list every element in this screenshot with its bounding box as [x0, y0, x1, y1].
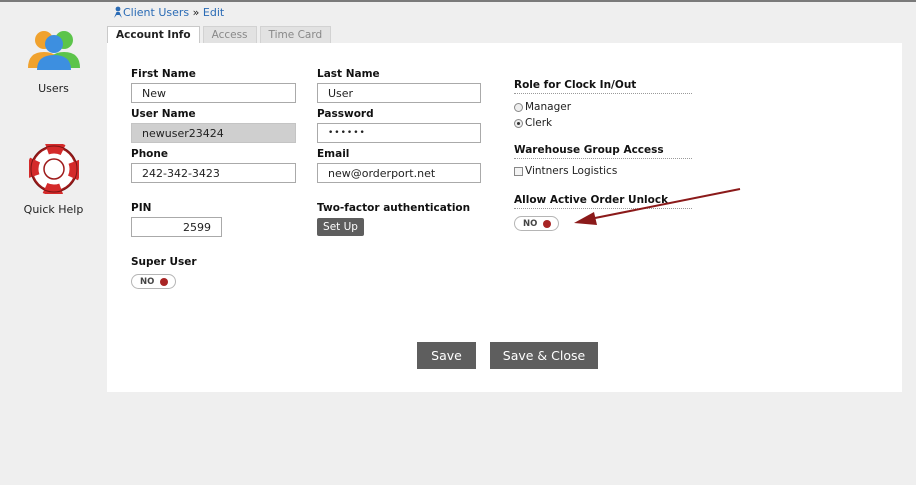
last-name-input[interactable]: [317, 83, 481, 103]
nav-users-label: Users: [38, 82, 69, 95]
tab-time-card[interactable]: Time Card: [259, 26, 332, 43]
two-factor-label: Two-factor authentication: [317, 202, 471, 214]
person-icon: [113, 6, 123, 21]
nav-quick-help[interactable]: Quick Help: [0, 142, 107, 216]
super-user-label: Super User: [131, 256, 197, 268]
super-user-toggle[interactable]: NO: [131, 274, 176, 289]
breadcrumb-separator: »: [189, 6, 203, 19]
role-manager-radio[interactable]: [514, 102, 523, 112]
first-name-input[interactable]: [131, 83, 296, 103]
tab-bar: Account Info Access Time Card: [107, 26, 334, 44]
role-clerk-option[interactable]: Clerk: [514, 117, 552, 129]
pin-input[interactable]: [131, 217, 222, 237]
tab-access[interactable]: Access: [202, 26, 257, 43]
first-name-label: First Name: [131, 68, 196, 80]
pin-label: PIN: [131, 202, 152, 214]
email-label: Email: [317, 148, 350, 160]
user-name-label: User Name: [131, 108, 196, 120]
last-name-label: Last Name: [317, 68, 380, 80]
order-unlock-title: Allow Active Order Unlock: [514, 194, 692, 209]
toggle-knob: [160, 278, 168, 286]
super-user-toggle-text: NO: [140, 277, 155, 287]
warehouse-vintners-label: Vintners Logistics: [525, 165, 618, 177]
warehouse-vintners-option[interactable]: Vintners Logistics: [514, 165, 617, 177]
save-button[interactable]: Save: [417, 342, 476, 369]
account-info-panel: First Name Last Name User Name Password …: [107, 43, 902, 392]
order-unlock-toggle-text: NO: [523, 219, 538, 229]
breadcrumb-client-users-link[interactable]: Client Users: [123, 6, 189, 19]
window-top-border: [0, 0, 916, 2]
warehouse-access-title: Warehouse Group Access: [514, 144, 692, 159]
warehouse-vintners-checkbox[interactable]: [514, 166, 523, 176]
phone-input[interactable]: [131, 163, 296, 183]
users-icon: [27, 31, 80, 70]
lifebuoy-icon: [27, 142, 80, 196]
role-clerk-label: Clerk: [525, 117, 553, 129]
two-factor-setup-button[interactable]: Set Up: [317, 218, 364, 236]
password-input[interactable]: [317, 123, 481, 143]
order-unlock-toggle[interactable]: NO: [514, 216, 559, 231]
role-manager-option[interactable]: Manager: [514, 101, 571, 113]
role-clock-title: Role for Clock In/Out: [514, 79, 692, 94]
role-clerk-radio[interactable]: [514, 118, 523, 128]
email-input[interactable]: [317, 163, 481, 183]
tab-account-info[interactable]: Account Info: [107, 26, 200, 44]
password-label: Password: [317, 108, 374, 120]
save-close-button[interactable]: Save & Close: [490, 342, 598, 369]
role-manager-label: Manager: [525, 101, 572, 113]
phone-label: Phone: [131, 148, 168, 160]
toggle-knob: [543, 220, 551, 228]
breadcrumb-current: Edit: [202, 6, 225, 19]
nav-users[interactable]: Users: [0, 28, 107, 95]
breadcrumb: Client Users » Edit: [113, 6, 224, 21]
nav-quick-help-label: Quick Help: [23, 203, 84, 216]
user-name-input: [131, 123, 296, 143]
